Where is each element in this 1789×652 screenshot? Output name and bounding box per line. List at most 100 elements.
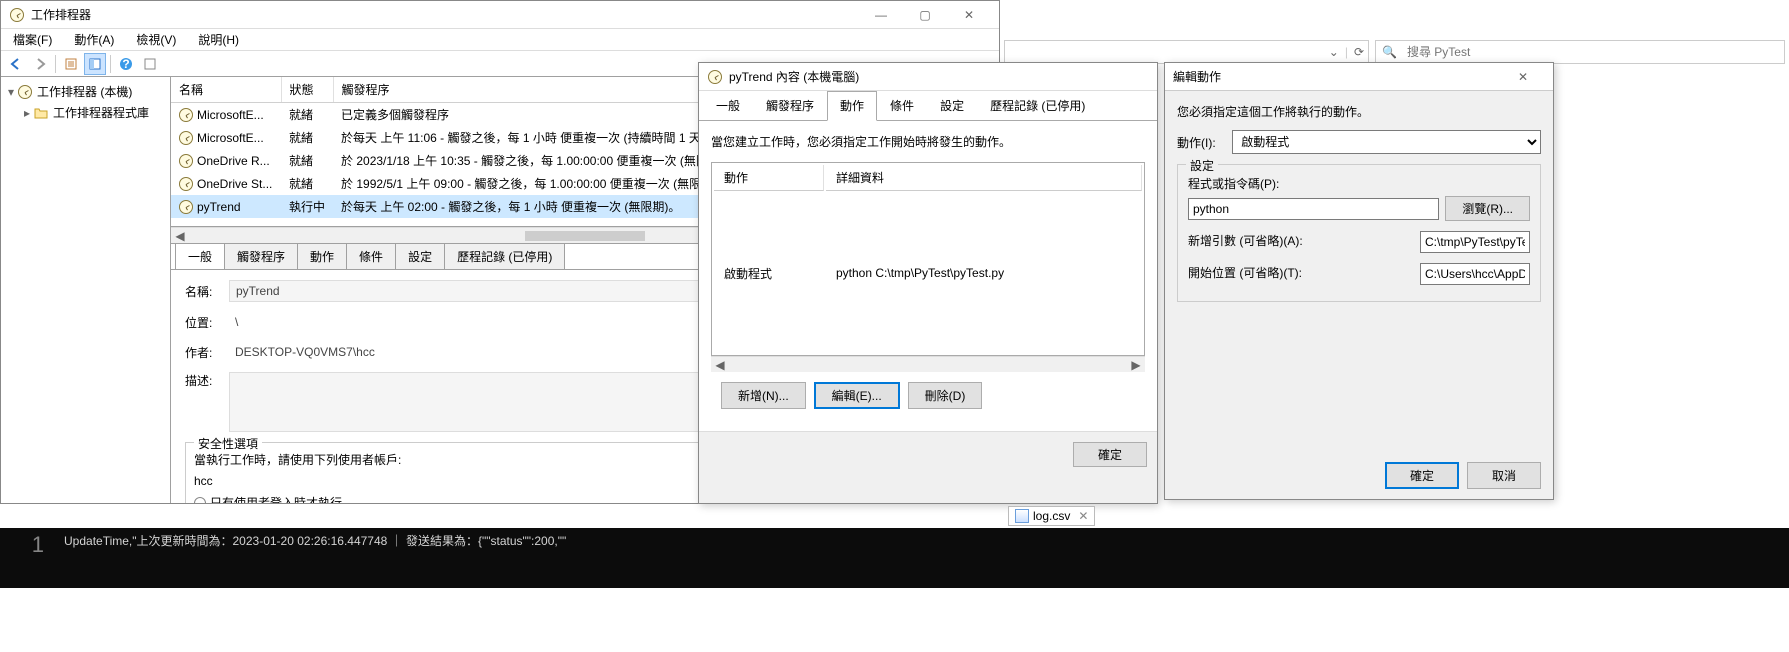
svg-text:?: ? — [122, 57, 129, 71]
delete-button[interactable]: 刪除(D) — [908, 382, 983, 409]
horizontal-scrollbar[interactable]: ◀ ▶ — [711, 356, 1145, 372]
ok-button[interactable]: 確定 — [1385, 462, 1459, 489]
task-clock-icon — [179, 131, 193, 145]
dialog-titlebar: pyTrend 內容 (本機電腦) — [699, 63, 1157, 91]
nav-back-button[interactable] — [5, 53, 27, 75]
tree-lib-label: 工作排程器程式庫 — [53, 104, 149, 121]
task-properties-dialog: pyTrend 內容 (本機電腦) 一般 觸發程序 動作 條件 設定 歷程記錄 … — [698, 62, 1158, 504]
col-status[interactable]: 狀態 — [281, 77, 333, 103]
scroll-thumb[interactable] — [525, 231, 645, 241]
args-label: 新增引數 (可省略)(A): — [1188, 232, 1414, 249]
dlg-tab-triggers[interactable]: 觸發程序 — [753, 91, 827, 120]
dlg-tab-general[interactable]: 一般 — [703, 91, 753, 120]
dlg-tab-history[interactable]: 歷程記錄 (已停用) — [977, 91, 1098, 120]
task-clock-icon — [179, 154, 193, 168]
refresh-icon[interactable]: ⟳ — [1354, 45, 1364, 59]
minimize-button[interactable]: — — [859, 1, 903, 29]
loc-label: 位置: — [185, 314, 229, 331]
action-select[interactable]: 啟動程式 — [1232, 130, 1541, 154]
window-title: 工作排程器 — [31, 6, 859, 23]
new-button[interactable]: 新增(N)... — [721, 382, 806, 409]
edit-hint: 您必須指定這個工作將執行的動作。 — [1177, 103, 1541, 120]
edit-action-dialog: 編輯動作 ✕ 您必須指定這個工作將執行的動作。 動作(I): 啟動程式 設定 程… — [1164, 62, 1554, 500]
tab-conditions[interactable]: 條件 — [346, 243, 396, 269]
expand-icon[interactable]: ▾ — [5, 85, 17, 99]
scroll-right-icon[interactable]: ▶ — [1129, 358, 1143, 372]
col-name[interactable]: 名稱 — [171, 77, 281, 103]
clock-icon — [17, 84, 33, 100]
maximize-button[interactable]: ▢ — [903, 1, 947, 29]
dialog-title: pyTrend 內容 (本機電腦) — [729, 68, 1149, 85]
menu-help[interactable]: 說明(H) — [192, 29, 245, 50]
dlg-tab-actions[interactable]: 動作 — [827, 91, 877, 121]
edit-button[interactable]: 編輯(E)... — [814, 382, 900, 409]
tab-settings[interactable]: 設定 — [395, 243, 445, 269]
tab-actions[interactable]: 動作 — [297, 243, 347, 269]
security-opt: 只有使用者登入時才執行 — [210, 494, 342, 503]
settings-legend: 設定 — [1186, 157, 1218, 174]
file-icon — [1015, 509, 1029, 523]
search-box[interactable]: 🔍 — [1375, 40, 1785, 64]
tab-history[interactable]: 歷程記錄 (已停用) — [444, 243, 565, 269]
name-label: 名稱: — [185, 283, 229, 300]
tree-root[interactable]: ▾ 工作排程器 (本機) — [5, 81, 166, 102]
startin-input[interactable] — [1420, 263, 1530, 285]
tab-triggers[interactable]: 觸發程序 — [224, 243, 298, 269]
nav-tree: ▾ 工作排程器 (本機) ▸ 工作排程器程式庫 — [1, 77, 171, 503]
close-button[interactable]: ✕ — [947, 1, 991, 29]
address-box[interactable]: ⌄ | ⟳ — [1004, 40, 1369, 64]
dialog-instruction: 當您建立工作時，您必須指定工作開始時將發生的動作。 — [711, 133, 1145, 150]
clock-icon — [707, 69, 723, 85]
actions-table: 動作 詳細資料 啟動程式 python C:\tmp\PyTest\pyTest… — [711, 162, 1145, 356]
radio-icon — [194, 497, 206, 504]
folder-icon — [33, 105, 49, 121]
address-bar-row: ⌄ | ⟳ 🔍 — [1004, 40, 1785, 64]
col-action[interactable]: 動作 — [714, 165, 824, 191]
task-clock-icon — [179, 200, 193, 214]
scroll-left-icon[interactable]: ◀ — [173, 229, 187, 243]
tree-root-label: 工作排程器 (本機) — [37, 83, 132, 100]
action-row[interactable]: 啟動程式 python C:\tmp\PyTest\pyTest.py — [714, 193, 1142, 353]
action-label: 動作(I): — [1177, 134, 1224, 151]
nav-forward-button[interactable] — [29, 53, 51, 75]
expand-icon[interactable]: ▸ — [21, 106, 33, 120]
menu-file[interactable]: 檔案(F) — [7, 29, 58, 50]
args-input[interactable] — [1420, 231, 1530, 253]
browse-button[interactable]: 瀏覽(R)... — [1445, 196, 1530, 221]
dlg-tab-conditions[interactable]: 條件 — [877, 91, 927, 120]
author-label: 作者: — [185, 344, 229, 361]
task-clock-icon — [179, 177, 193, 191]
menu-action[interactable]: 動作(A) — [68, 29, 120, 50]
titlebar: 工作排程器 — ▢ ✕ — [1, 1, 999, 29]
menu-view[interactable]: 檢視(V) — [130, 29, 182, 50]
cancel-button[interactable]: 取消 — [1467, 462, 1541, 489]
scroll-left-icon[interactable]: ◀ — [713, 358, 727, 372]
dlg-tab-settings[interactable]: 設定 — [927, 91, 977, 120]
toolbar-action-icon[interactable] — [60, 53, 82, 75]
editdlg-title: 編輯動作 — [1173, 68, 1501, 85]
help-icon[interactable]: ? — [115, 53, 137, 75]
terminal-text[interactable]: UpdateTime,"上次更新時間為：2023-01-20 02:26:16.… — [56, 528, 1789, 588]
toolbar-extra-icon[interactable] — [139, 53, 161, 75]
search-input[interactable] — [1403, 42, 1778, 62]
close-button[interactable]: ✕ — [1501, 63, 1545, 91]
col-detail[interactable]: 詳細資料 — [826, 165, 1142, 191]
toolbar-panel-icon[interactable] — [84, 53, 106, 75]
log-file-label: log.csv — [1033, 509, 1070, 523]
search-icon: 🔍 — [1382, 45, 1397, 59]
program-input[interactable] — [1188, 198, 1439, 220]
settings-fieldset: 設定 程式或指令碼(P): 瀏覽(R)... 新增引數 (可省略)(A): 開始… — [1177, 164, 1541, 302]
desc-label: 描述: — [185, 372, 229, 389]
tab-general[interactable]: 一般 — [175, 243, 225, 269]
editdlg-titlebar: 編輯動作 ✕ — [1165, 63, 1553, 91]
chevron-down-icon[interactable]: ⌄ — [1329, 45, 1339, 59]
security-legend: 安全性選項 — [194, 435, 262, 452]
log-file-tab[interactable]: log.csv ✕ — [1008, 506, 1095, 526]
startin-label: 開始位置 (可省略)(T): — [1188, 264, 1414, 281]
menubar: 檔案(F) 動作(A) 檢視(V) 說明(H) — [1, 29, 999, 51]
ok-button[interactable]: 確定 — [1073, 442, 1147, 467]
task-clock-icon — [179, 108, 193, 122]
dialog-tabs: 一般 觸發程序 動作 條件 設定 歷程記錄 (已停用) — [699, 91, 1157, 121]
tree-library[interactable]: ▸ 工作排程器程式庫 — [21, 102, 166, 123]
close-icon[interactable]: ✕ — [1078, 509, 1088, 523]
